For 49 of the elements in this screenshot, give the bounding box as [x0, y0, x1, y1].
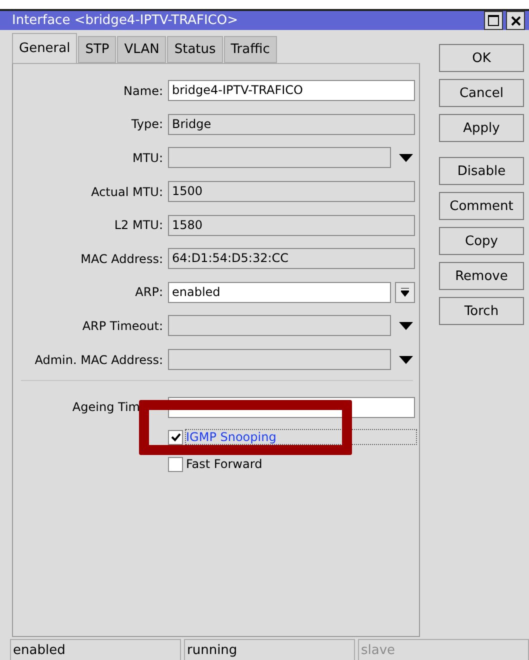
tab[interactable]: VLAN [117, 36, 166, 63]
text-field[interactable]: bridge4-IPTV-TRAFICO [168, 80, 415, 102]
checkbox-label[interactable]: Fast Forward [186, 457, 262, 472]
checkbox[interactable] [168, 430, 183, 445]
select-field[interactable]: enabled [168, 282, 391, 303]
readonly-field: 1580 [168, 214, 415, 236]
dropdown-field[interactable] [168, 147, 391, 168]
dropdown-field[interactable] [168, 349, 391, 370]
select-button[interactable] [395, 282, 415, 303]
action-button[interactable]: Comment [439, 192, 524, 220]
maximize-button[interactable] [484, 11, 503, 30]
readonly-field: Bridge [168, 114, 415, 135]
checkbox[interactable] [168, 456, 183, 472]
field-label: ARP Timeout: [82, 318, 163, 333]
action-button[interactable]: Copy [439, 227, 524, 255]
dropdown-field[interactable] [168, 315, 391, 336]
action-button[interactable]: OK [439, 44, 524, 72]
action-button[interactable]: Disable [439, 157, 524, 185]
readonly-field: 1500 [168, 181, 415, 202]
field-label: MAC Address: [80, 252, 163, 266]
dropdown-arrow-icon[interactable] [399, 154, 413, 162]
maximize-icon [488, 15, 499, 26]
status-cell: enabled [10, 639, 181, 660]
field-label: Admin. MAC Address: [34, 352, 163, 367]
tab[interactable]: STP [78, 36, 116, 63]
tab[interactable]: Traffic [224, 36, 277, 63]
window-title: Interface <bridge4-IPTV-TRAFICO> [12, 13, 239, 28]
dropdown-arrow-icon [401, 288, 409, 297]
action-button[interactable]: Remove [439, 262, 524, 290]
readonly-field: 64:D1:54:D5:32:CC [168, 248, 415, 270]
tab[interactable]: General [12, 33, 78, 63]
tab[interactable]: Status [167, 36, 223, 63]
action-button[interactable]: Torch [439, 297, 524, 325]
field-label: MTU: [132, 150, 163, 165]
dropdown-arrow-icon[interactable] [399, 322, 413, 330]
field-label: Actual MTU: [91, 184, 163, 199]
action-button[interactable]: Cancel [439, 79, 524, 107]
field-label: Ageing Tim [72, 400, 140, 414]
field-label: Type: [131, 117, 163, 132]
close-button[interactable] [506, 11, 525, 30]
dropdown-arrow-icon[interactable] [399, 356, 413, 364]
action-button[interactable]: Apply [439, 114, 524, 142]
field-label: ARP: [135, 285, 163, 300]
status-cell: running [184, 639, 355, 660]
checkbox-label[interactable]: IGMP Snooping [186, 430, 416, 444]
field-label: L2 MTU: [114, 218, 163, 232]
status-cell: slave [358, 639, 529, 660]
close-icon [510, 16, 520, 26]
field-label: Name: [124, 84, 163, 98]
